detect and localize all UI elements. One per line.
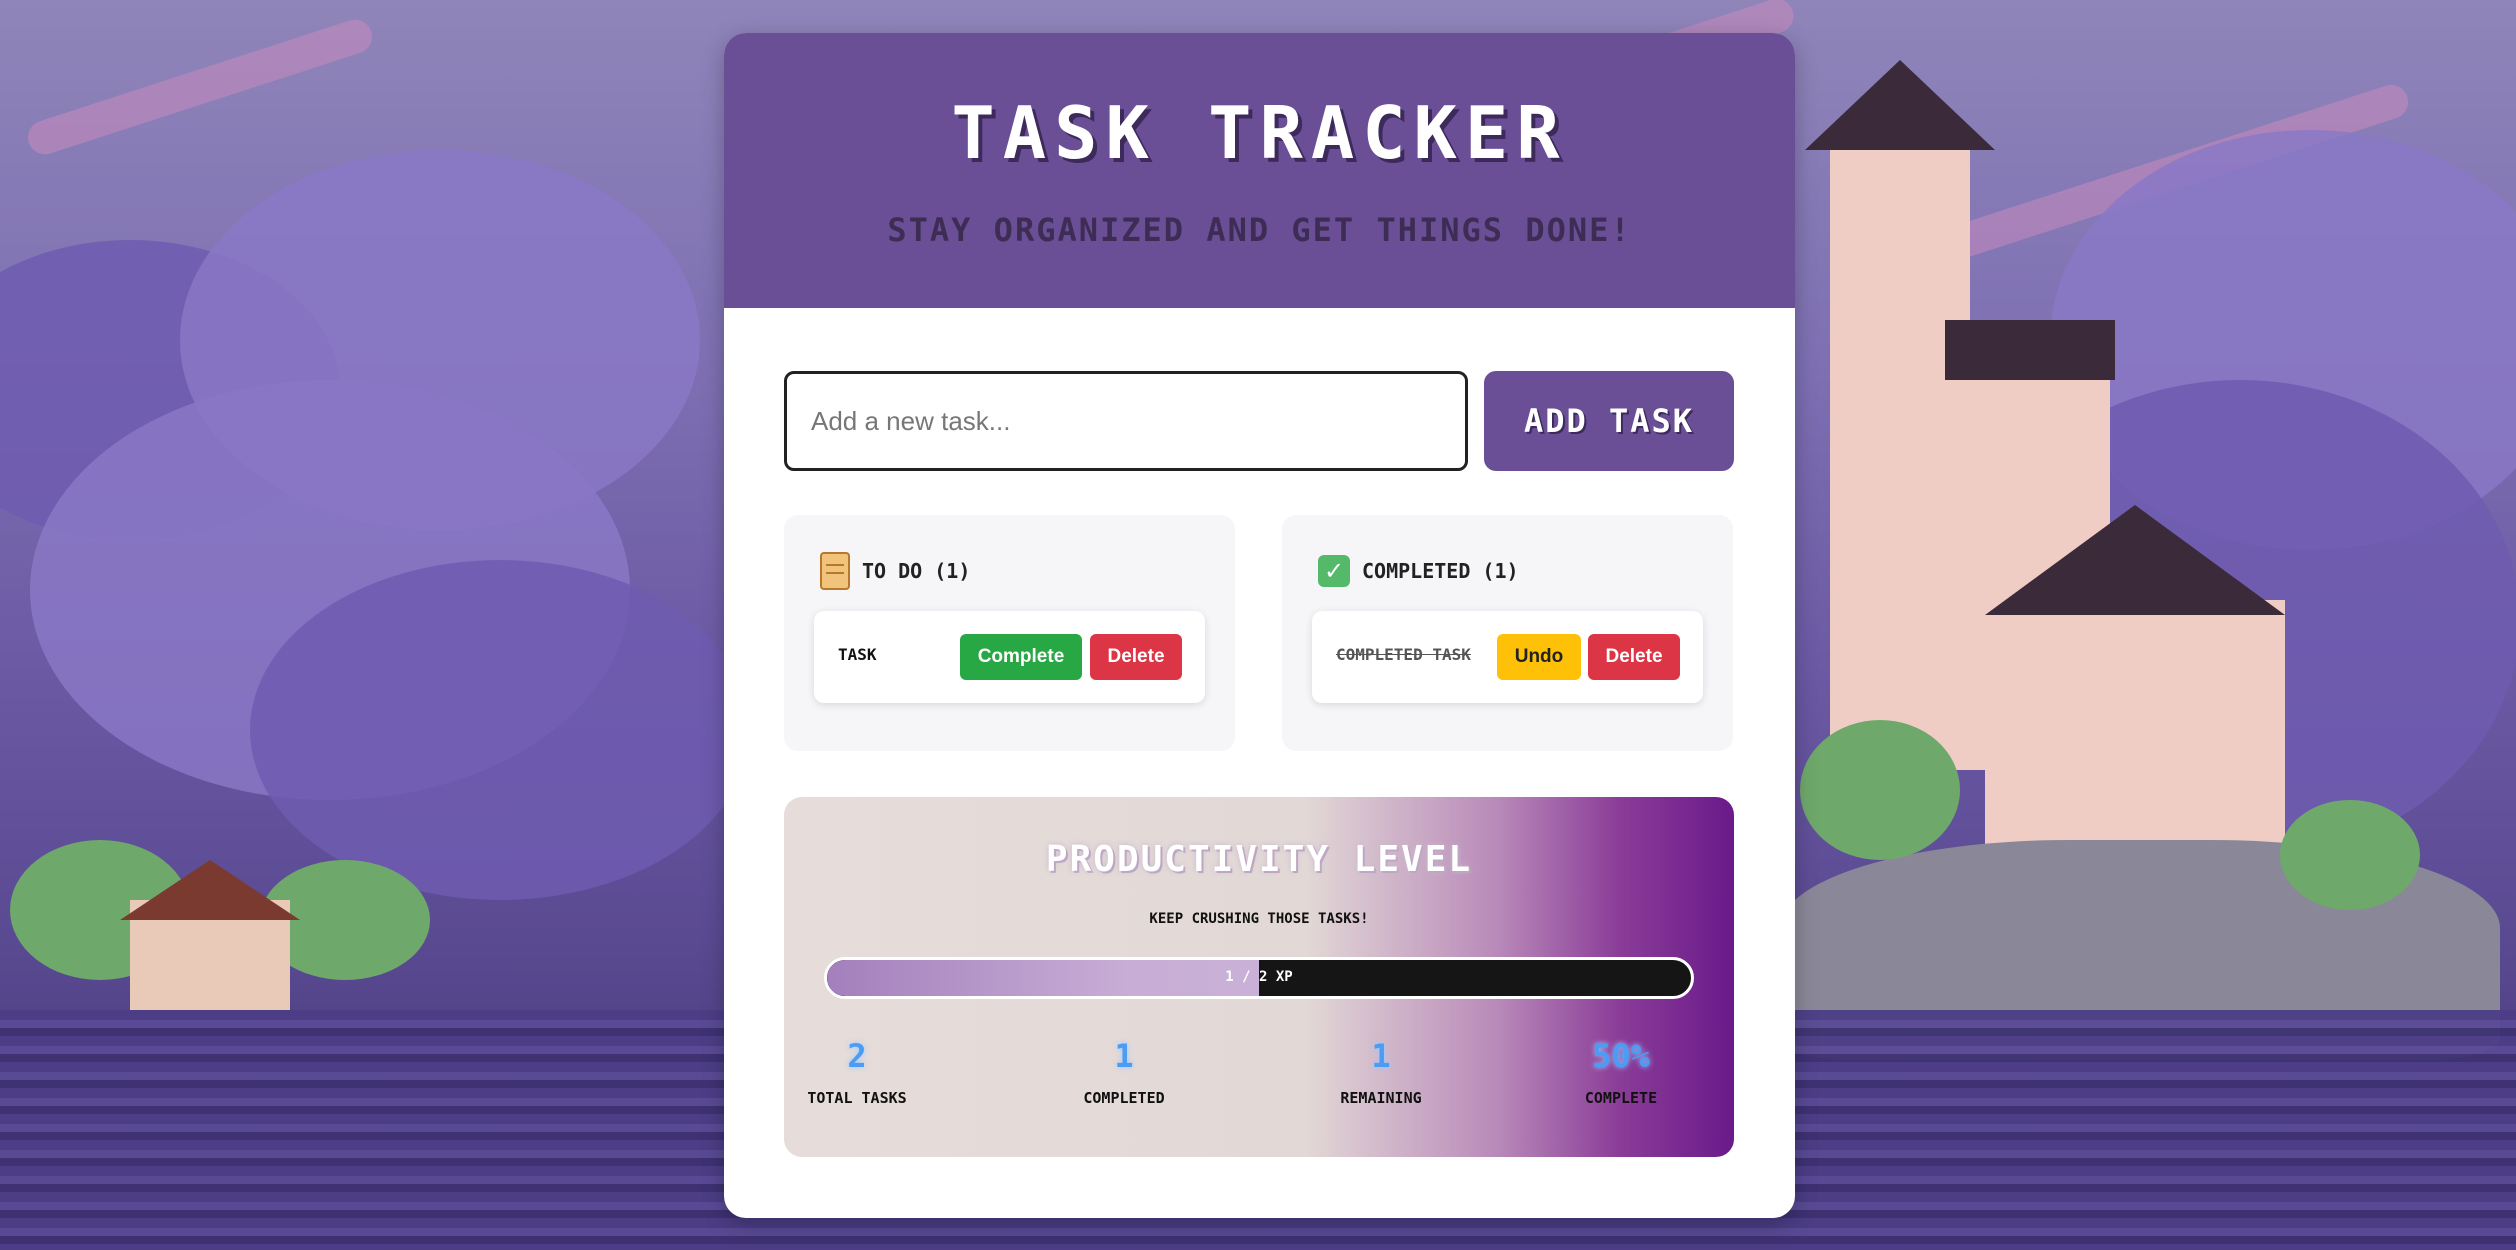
stat-label: Total Tasks — [807, 1089, 907, 1107]
add-task-button[interactable]: Add Task — [1484, 371, 1734, 471]
xp-progress-bar: 1 / 2 XP — [824, 957, 1694, 999]
delete-button[interactable]: Delete — [1090, 634, 1182, 680]
stat-value: 1 — [1371, 1037, 1391, 1075]
stat-value: 2 — [847, 1037, 867, 1075]
stat-remaining: 1 Remaining — [1281, 1037, 1481, 1107]
todo-heading: To Do (1) — [862, 559, 971, 583]
stat-label: Remaining — [1340, 1089, 1422, 1107]
complete-button[interactable]: Complete — [960, 634, 1082, 680]
stat-label: Complete — [1584, 1089, 1658, 1107]
todo-task-item: Task Complete Delete — [814, 611, 1205, 703]
stat-value: 1 — [1114, 1037, 1134, 1075]
stat-label: Completed — [1083, 1089, 1165, 1107]
app-subtitle: Stay organized and get things done! — [887, 211, 1632, 249]
stat-completed: 1 Completed — [1024, 1037, 1224, 1107]
productivity-panel: Productivity Level Keep crushing those t… — [784, 797, 1734, 1157]
completed-task-name: Completed Task — [1336, 645, 1471, 664]
delete-completed-button[interactable]: Delete — [1588, 634, 1680, 680]
todo-header: To Do (1) — [820, 551, 970, 591]
completed-header: ✓ Completed (1) — [1318, 551, 1519, 591]
task-tracker-card: Task Tracker Stay organized and get thin… — [724, 33, 1795, 1218]
productivity-subtitle: Keep crushing those tasks! — [1149, 911, 1369, 927]
undo-button[interactable]: Undo — [1497, 634, 1581, 680]
completed-task-item: Completed Task Undo Delete — [1312, 611, 1703, 703]
app-title: Task Tracker — [951, 91, 1568, 175]
add-task-row: Add Task — [784, 371, 1734, 471]
scroll-icon — [820, 552, 850, 590]
stat-total-tasks: 2 Total Tasks — [784, 1037, 957, 1107]
xp-label: 1 / 2 XP — [1225, 969, 1293, 985]
productivity-title: Productivity Level — [1045, 839, 1473, 880]
app-header: Task Tracker Stay organized and get thin… — [724, 33, 1795, 308]
completed-heading: Completed (1) — [1362, 559, 1519, 583]
task-name: Task — [838, 645, 877, 664]
todo-column: To Do (1) Task Complete Delete — [784, 515, 1235, 751]
completed-column: ✓ Completed (1) Completed Task Undo Dele… — [1282, 515, 1733, 751]
new-task-input[interactable] — [784, 371, 1468, 471]
stat-value: 50% — [1592, 1037, 1650, 1075]
stat-complete-percent: 50% Complete — [1521, 1037, 1721, 1107]
check-icon: ✓ — [1318, 555, 1350, 587]
